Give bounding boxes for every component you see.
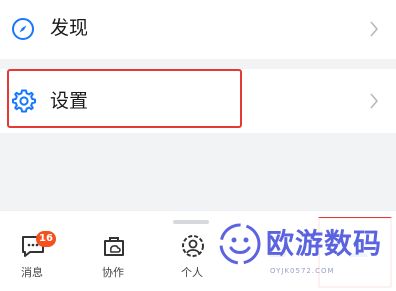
watermark-title: 欧游数码 (266, 227, 383, 260)
tab-messages[interactable]: 16 消息 (8, 231, 56, 289)
drag-handle[interactable] (173, 220, 209, 224)
watermark-subtitle: OYJK0572.COM (270, 267, 335, 275)
person-icon (180, 233, 206, 263)
unread-badge: 16 (36, 231, 56, 247)
compass-icon (11, 17, 35, 45)
menu-item-label: 发现 (50, 17, 89, 39)
menu-item-discover[interactable]: 发现 (0, 0, 396, 59)
tab-personal[interactable]: 个人 (168, 233, 216, 289)
chevron-right-icon (369, 93, 379, 113)
briefcase-cloud-icon (101, 233, 127, 263)
chevron-right-icon (369, 21, 379, 41)
tab-label: 个人 (181, 266, 203, 279)
watermark: 欧游数码 OYJK0572.COM (212, 218, 396, 290)
tab-label: 消息 (21, 266, 43, 279)
tab-collab[interactable]: 协作 (89, 233, 137, 289)
smiley-logo-icon (218, 222, 262, 270)
tab-label: 协作 (102, 266, 124, 279)
settings-highlight-box (7, 69, 242, 128)
